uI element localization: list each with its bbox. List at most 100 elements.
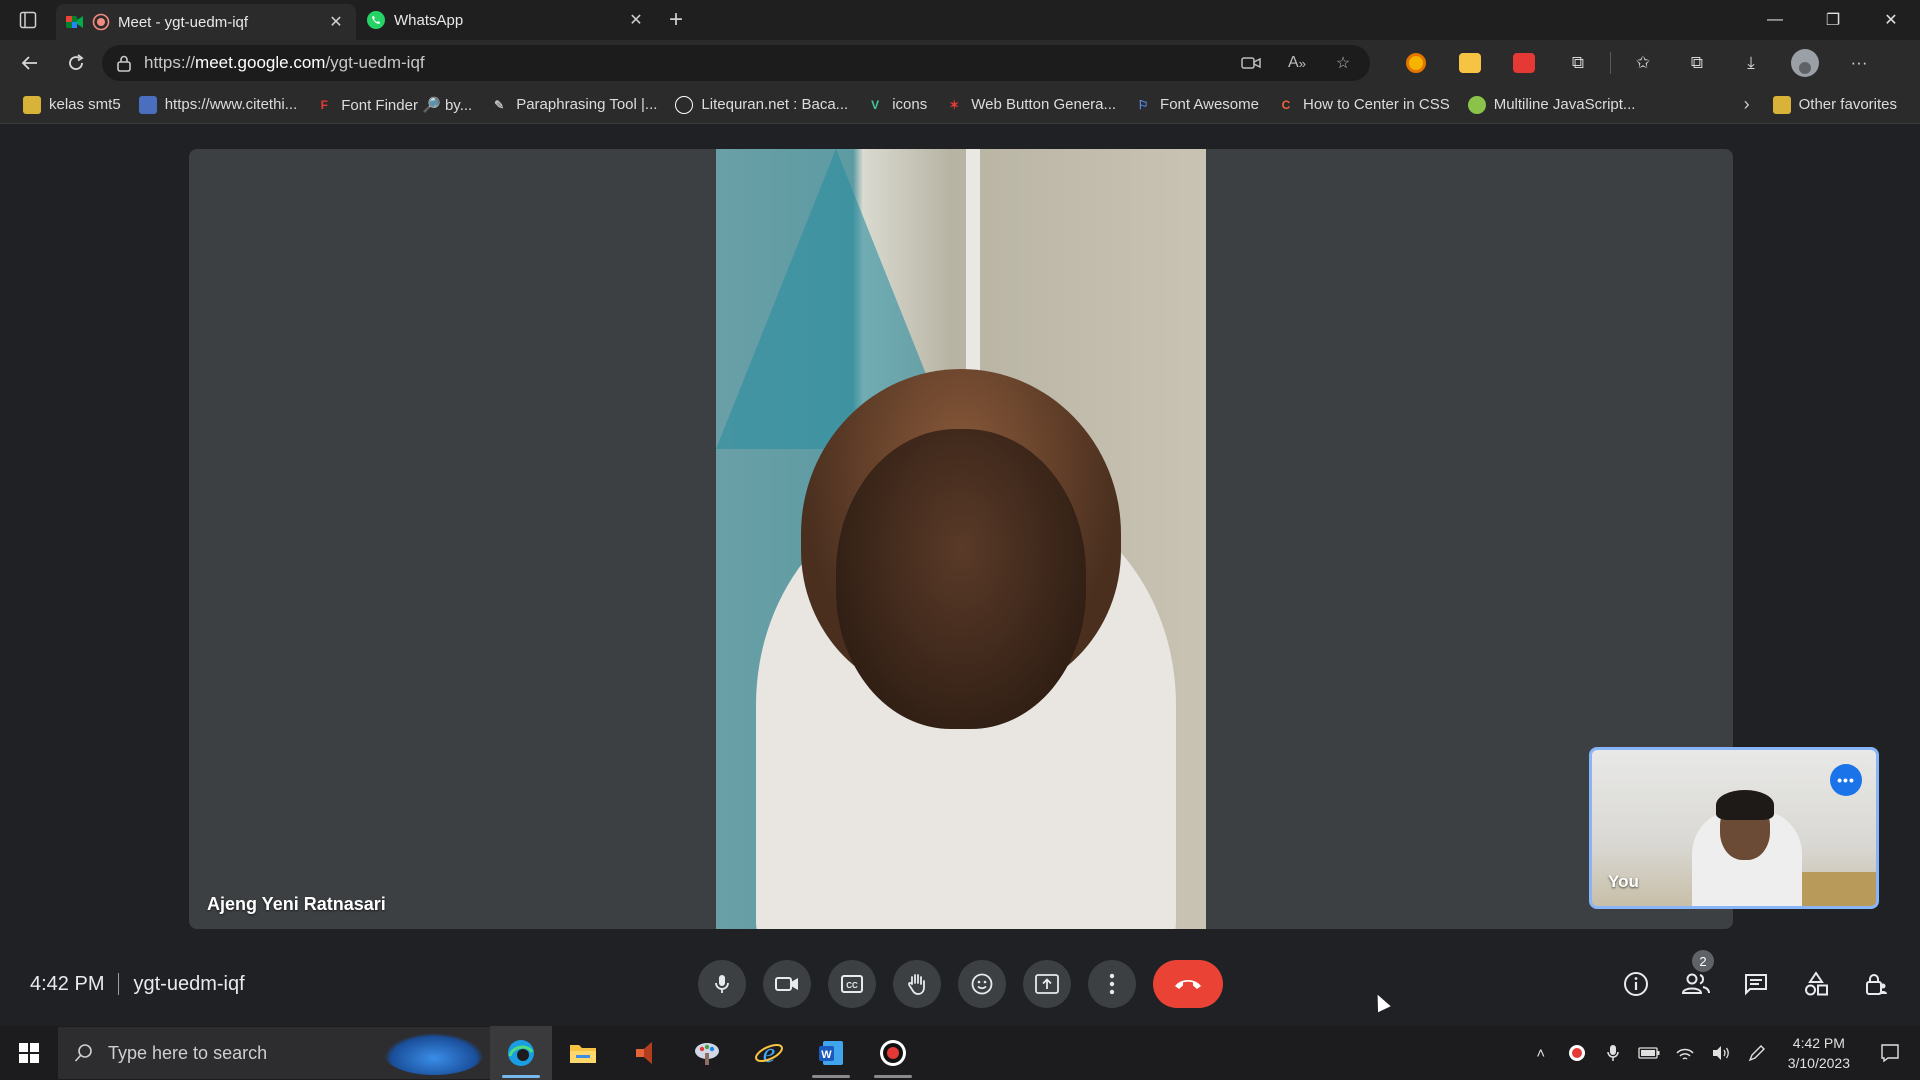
participant-name: Ajeng Yeni Ratnasari — [207, 894, 386, 914]
pen-menu-icon[interactable] — [1742, 1026, 1772, 1080]
self-hair-shape — [1716, 790, 1774, 820]
tab-meet[interactable]: Meet - ygt-uedm-iqf ✕ — [56, 4, 356, 40]
meeting-details-button[interactable] — [1612, 960, 1660, 1008]
favorite-label: Font Finder 🔎 by... — [341, 96, 473, 114]
extension-button[interactable] — [1392, 46, 1440, 80]
tab-label: WhatsApp — [394, 11, 464, 29]
back-button[interactable] — [10, 45, 50, 81]
microphone-tray-icon[interactable] — [1598, 1026, 1628, 1080]
chevron-right-icon[interactable]: › — [1730, 94, 1764, 115]
refresh-icon — [69, 54, 84, 70]
url-text[interactable]: https://meet.google.com/ygt-uedm-iqf — [144, 53, 1222, 73]
participant-tile-main[interactable]: Ajeng Yeni Ratnasari — [189, 149, 1733, 929]
volume-icon[interactable] — [1706, 1026, 1736, 1080]
emoji-reactions-button[interactable] — [958, 960, 1006, 1008]
self-view-tile[interactable]: ••• You — [1589, 747, 1879, 909]
favorite-item[interactable]: C How to Center in CSS — [1268, 90, 1459, 120]
more-options-button[interactable] — [1088, 960, 1136, 1008]
favorite-item[interactable]: kelas smt5 — [14, 90, 130, 120]
lock-icon[interactable] — [116, 54, 132, 72]
close-tab-icon[interactable]: ✕ — [626, 10, 646, 30]
taskbar-app-file-explorer[interactable] — [552, 1026, 614, 1080]
palette-icon — [695, 1043, 719, 1065]
people-button[interactable]: 2 — [1672, 950, 1720, 1008]
minimize-button[interactable]: — — [1746, 0, 1804, 40]
face-shape — [836, 429, 1086, 729]
favorite-label: How to Center in CSS — [1302, 96, 1450, 113]
call-controls: CC — [698, 960, 1223, 1008]
favorite-item[interactable]: F Font Finder 🔎 by... — [306, 90, 481, 120]
favorite-item[interactable]: Vicons — [857, 90, 936, 120]
url-bar[interactable]: https://meet.google.com/ygt-uedm-iqf A» … — [102, 45, 1370, 81]
taskbar-app-edge[interactable] — [490, 1026, 552, 1080]
restore-icon: ❐ — [1825, 12, 1841, 29]
raise-hand-button[interactable] — [893, 960, 941, 1008]
collections-button[interactable]: ⧉ — [1673, 46, 1721, 80]
extensions-button[interactable]: ⧉ — [1554, 46, 1602, 80]
favorite-label: https://www.citethi... — [164, 96, 298, 113]
extension-button[interactable] — [1446, 46, 1494, 80]
other-favorites[interactable]: Other favorites — [1764, 90, 1906, 120]
host-controls-button[interactable] — [1852, 960, 1900, 1008]
notification-center-button[interactable] — [1866, 1026, 1914, 1080]
download-icon: ⤓ — [1747, 53, 1755, 72]
meeting-side-tools: 2 — [1612, 950, 1900, 1008]
taskbar-search[interactable]: Type here to search — [58, 1027, 490, 1079]
activities-button[interactable] — [1792, 960, 1840, 1008]
favorite-item[interactable]: Multiline JavaScript... — [1459, 90, 1645, 120]
meeting-time: 4:42 PM — [30, 972, 105, 995]
word-icon: W — [819, 1041, 843, 1065]
refresh-button[interactable] — [56, 45, 96, 81]
favorite-item[interactable]: https://www.citethi... — [130, 90, 307, 120]
settings-more-button[interactable]: ··· — [1835, 46, 1883, 80]
wifi-icon[interactable] — [1670, 1026, 1700, 1080]
star-favicon-icon: ✶ — [949, 97, 960, 112]
search-highlight-image — [384, 1033, 484, 1075]
taskbar-app-paint[interactable] — [676, 1026, 738, 1080]
self-label: You — [1608, 872, 1639, 891]
tab-actions-button[interactable] — [0, 0, 56, 40]
search-placeholder: Type here to search — [108, 1042, 268, 1063]
favorite-item[interactable]: ⚐ Font Awesome — [1125, 90, 1268, 120]
taskbar-clock[interactable]: 4:42 PM 3/10/2023 — [1778, 1033, 1860, 1073]
taskbar-app-internet-explorer[interactable]: e — [738, 1026, 800, 1080]
favorites-button[interactable]: ✩ — [1619, 46, 1667, 80]
favorites-overflow: › Other favorites — [1730, 90, 1906, 120]
chat-icon — [1745, 974, 1767, 996]
show-hidden-icons-chevron-up-icon[interactable]: ˄ — [1526, 1026, 1556, 1080]
read-aloud-icon[interactable]: A» — [1280, 48, 1314, 78]
add-favorite-icon[interactable]: ☆ — [1326, 48, 1360, 78]
leave-call-button[interactable] — [1153, 960, 1223, 1008]
camera-button[interactable] — [763, 960, 811, 1008]
avatar — [1791, 49, 1819, 77]
recorder-tray-icon[interactable] — [1562, 1026, 1592, 1080]
battery-icon[interactable] — [1634, 1026, 1664, 1080]
meeting-details: 4:42 PM ygt-uedm-iqf — [30, 942, 245, 1026]
favorite-item[interactable]: ✎ Paraphrasing Tool |... — [481, 90, 666, 120]
favorite-label: icons — [892, 96, 928, 113]
extension-button[interactable] — [1500, 46, 1548, 80]
tab-whatsapp[interactable]: WhatsApp ✕ — [356, 0, 656, 40]
present-screen-button[interactable] — [1023, 960, 1071, 1008]
taskbar-app-recorder[interactable] — [862, 1026, 924, 1080]
chat-button[interactable] — [1732, 960, 1780, 1008]
captions-button[interactable]: CC — [828, 960, 876, 1008]
favorite-label: Paraphrasing Tool |... — [516, 96, 658, 113]
profile-button[interactable] — [1781, 46, 1829, 80]
favorite-item[interactable]: Litequran.net : Baca... — [666, 90, 857, 120]
close-tab-icon[interactable]: ✕ — [326, 12, 346, 32]
taskbar-app-word[interactable]: W — [800, 1026, 862, 1080]
favorite-item[interactable]: ✶ Web Button Genera... — [936, 90, 1125, 120]
more-options-icon[interactable]: ••• — [1830, 764, 1862, 796]
restore-button[interactable]: ❐ — [1804, 0, 1862, 40]
svg-text:W: W — [821, 1049, 832, 1061]
close-window-button[interactable]: ✕ — [1862, 0, 1920, 40]
citethis-favicon-icon — [138, 95, 157, 114]
downloads-button[interactable]: ⤓ — [1727, 46, 1775, 80]
new-tab-button[interactable]: + — [656, 0, 696, 40]
camera-in-use-icon[interactable] — [1234, 48, 1268, 78]
clock-date: 3/10/2023 — [1787, 1055, 1850, 1071]
start-button[interactable] — [0, 1026, 58, 1080]
taskbar-app-media[interactable] — [614, 1026, 676, 1080]
microphone-button[interactable] — [698, 960, 746, 1008]
